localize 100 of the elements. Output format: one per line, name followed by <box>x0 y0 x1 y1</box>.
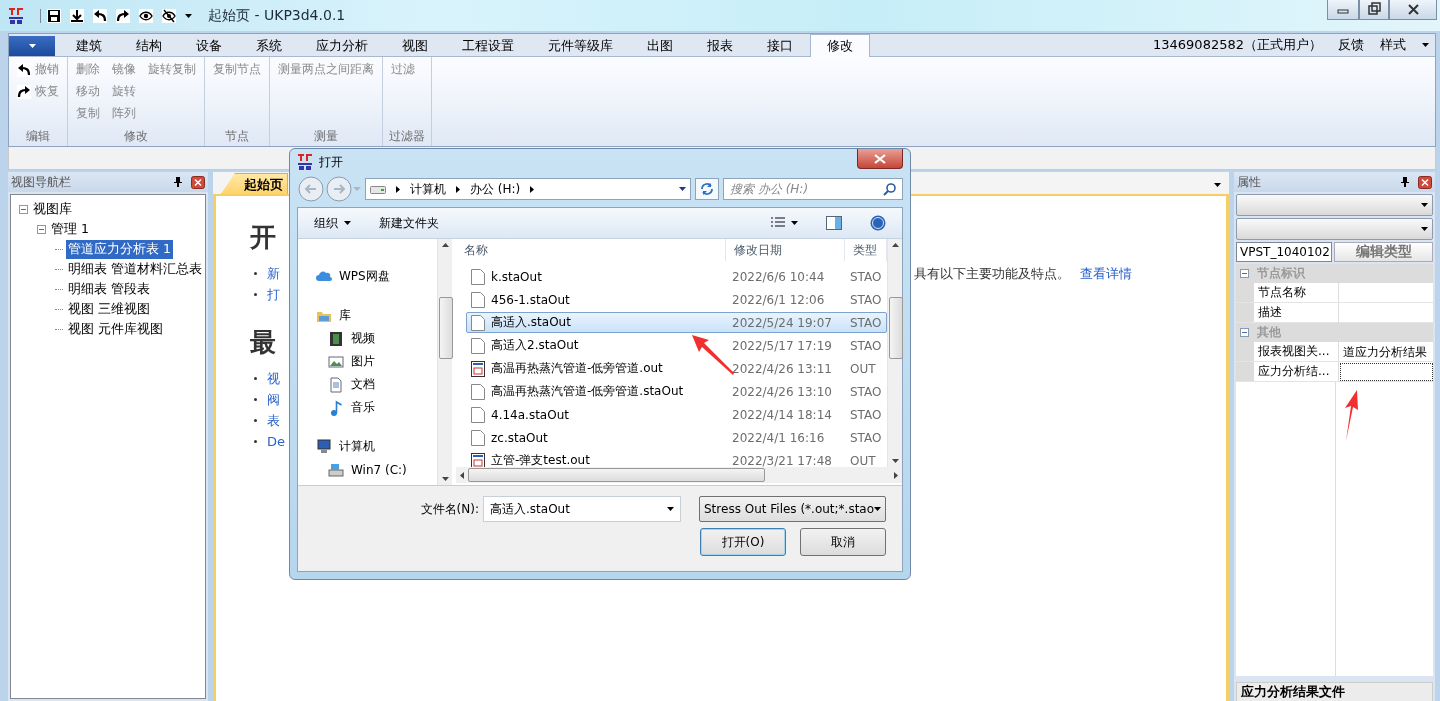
redo-icon <box>17 84 31 99</box>
column-header[interactable]: 名称 <box>456 239 726 261</box>
view-menu[interactable] <box>771 217 798 229</box>
sidebar-item[interactable]: 库 <box>298 304 437 327</box>
bullet-icon <box>254 272 257 275</box>
sidebar-item[interactable]: 文档 <box>298 373 437 396</box>
list-view-icon <box>771 217 785 229</box>
file-type-select[interactable]: Stress Out Files (*.out;*.stao <box>699 496 886 522</box>
dropdown[interactable] <box>1236 194 1433 216</box>
ribbon-tab[interactable]: 报表 <box>690 34 750 56</box>
tree-item[interactable]: 视图 三维视图 <box>66 299 152 319</box>
breadcrumb-item[interactable]: 办公 (H:) <box>470 180 521 198</box>
link[interactable]: 视 <box>267 369 280 388</box>
property-name: 描述 <box>1236 303 1339 322</box>
sidebar-item[interactable]: 计算机 <box>298 435 437 458</box>
ribbon-tab[interactable]: 结构 <box>119 34 179 56</box>
file-row[interactable]: 高温再热蒸汽管道-低旁管道.staOut 2022/4/26 13:10 STAO <box>466 381 887 402</box>
ribbon-tab[interactable]: 出图 <box>630 34 690 56</box>
tree-item[interactable]: 视图库 <box>31 199 74 219</box>
scroll-right-icon[interactable] <box>894 471 898 479</box>
account-label[interactable]: 13469082582（正式用户） <box>1153 36 1322 54</box>
ribbon-tab[interactable]: 设备 <box>179 34 239 56</box>
link[interactable]: 打 <box>267 285 280 304</box>
collapse-icon[interactable] <box>19 204 28 214</box>
feedback-link[interactable]: 反馈 <box>1338 36 1364 54</box>
scrollbar-thumb[interactable] <box>439 297 453 359</box>
document-tab[interactable]: 起始页 <box>221 173 288 194</box>
file-row[interactable]: k.staOut 2022/6/6 10:44 STAO <box>466 266 887 287</box>
close-icon[interactable] <box>1418 175 1432 189</box>
ribbon-tab[interactable]: 接口 <box>750 34 810 56</box>
open-button[interactable]: 打开(O) <box>700 528 786 556</box>
pin-icon[interactable] <box>1400 177 1410 187</box>
style-menu[interactable]: 样式 <box>1380 36 1406 54</box>
pin-icon[interactable] <box>173 177 183 187</box>
scroll-down-icon[interactable] <box>441 477 449 481</box>
scroll-down-icon[interactable] <box>891 459 899 463</box>
scroll-left-icon[interactable] <box>460 471 464 479</box>
property-value[interactable] <box>1340 363 1433 381</box>
preview-pane-icon[interactable] <box>826 216 842 230</box>
details-link[interactable]: 查看详情 <box>1080 264 1132 283</box>
caret-icon <box>1421 203 1428 207</box>
ribbon-tab[interactable]: 系统 <box>239 34 299 56</box>
ribbon-tab[interactable]: 建筑 <box>59 34 119 56</box>
filename-field[interactable]: 高适入.staOut <box>483 496 681 522</box>
edit-type-button[interactable]: 编辑类型 <box>1334 242 1433 262</box>
sidebar-item[interactable]: 图片 <box>298 350 437 373</box>
file-icon <box>471 337 485 354</box>
close-icon[interactable] <box>1389 0 1437 20</box>
search-field[interactable]: 搜索 办公 (H:) <box>723 178 903 200</box>
file-row[interactable]: 高适入.staOut 2022/5/24 19:07 STAO <box>466 312 887 333</box>
new-folder-button[interactable]: 新建文件夹 <box>379 214 439 232</box>
link[interactable]: 表 <box>267 411 280 430</box>
file-row[interactable]: 4.14a.staOut 2022/4/14 18:14 STAO <box>466 404 887 425</box>
ribbon-tab[interactable]: 修改 <box>810 34 870 57</box>
cancel-button[interactable]: 取消 <box>800 528 886 556</box>
sidebar-item[interactable]: 音乐 <box>298 396 437 419</box>
sidebar-item[interactable]: Win7 (C:) <box>298 458 437 481</box>
file-row[interactable]: 456-1.staOut 2022/6/1 12:06 STAO <box>466 289 887 310</box>
close-button[interactable] <box>857 149 903 169</box>
file-row[interactable]: 高温再热蒸汽管道-低旁管道.out 2022/4/26 13:11 OUT <box>466 358 887 379</box>
link[interactable]: 新 <box>267 264 280 283</box>
restore-icon[interactable] <box>1359 0 1389 20</box>
collapse-icon[interactable] <box>37 224 46 234</box>
organize-menu[interactable]: 组织 <box>314 214 351 232</box>
image-icon <box>328 353 344 370</box>
close-icon[interactable] <box>191 175 205 189</box>
collapse-icon[interactable] <box>1240 328 1249 337</box>
tree-item[interactable]: 明细表 管道材料汇总表 <box>66 259 204 279</box>
scrollbar-thumb[interactable] <box>889 297 903 359</box>
refresh-icon <box>700 182 714 196</box>
ribbon-tab[interactable]: 元件等级库 <box>531 34 630 56</box>
tree-item[interactable]: 明细表 管段表 <box>66 279 152 299</box>
tree-item[interactable]: 管道应力分析表 1 <box>66 239 173 259</box>
tree-item[interactable]: 视图 元件库视图 <box>66 319 165 339</box>
music-note-icon <box>328 399 344 416</box>
refresh-button[interactable] <box>695 178 719 200</box>
chevron-icon <box>530 185 535 193</box>
sidebar-item[interactable]: WPS网盘 <box>298 265 437 288</box>
link[interactable]: De <box>267 434 285 449</box>
breadcrumb-item[interactable]: 计算机 <box>410 180 446 198</box>
scroll-up-icon[interactable] <box>441 243 449 247</box>
tree-item[interactable]: 管理 1 <box>49 219 91 239</box>
column-header[interactable]: 修改日期 <box>726 239 845 261</box>
sidebar-item[interactable]: 视频 <box>298 327 437 350</box>
file-row[interactable]: zc.staOut 2022/4/1 16:16 STAO <box>466 427 887 448</box>
eye-icon <box>139 8 153 23</box>
property-value[interactable]: 道应力分析结果 <box>1340 343 1433 361</box>
dropdown[interactable] <box>1236 218 1433 240</box>
close-icon <box>874 153 886 164</box>
address-bar[interactable]: 计算机 办公 (H:) <box>365 178 691 200</box>
collapse-icon[interactable] <box>1240 269 1249 278</box>
file-row[interactable]: 高适入2.staOut 2022/5/17 17:19 STAO <box>466 335 887 356</box>
ribbon-tab[interactable]: 工程设置 <box>445 34 531 56</box>
ribbon-tab[interactable]: 视图 <box>385 34 445 56</box>
ribbon-tab[interactable]: 应力分析 <box>299 34 385 56</box>
type-select[interactable]: VPST_1040102 <box>1236 242 1332 262</box>
scroll-up-icon[interactable] <box>891 243 899 247</box>
scrollbar-thumb[interactable] <box>468 468 766 482</box>
panel-footer-title: 应力分析结果文件 <box>1236 682 1433 701</box>
link[interactable]: 阀 <box>267 390 280 409</box>
